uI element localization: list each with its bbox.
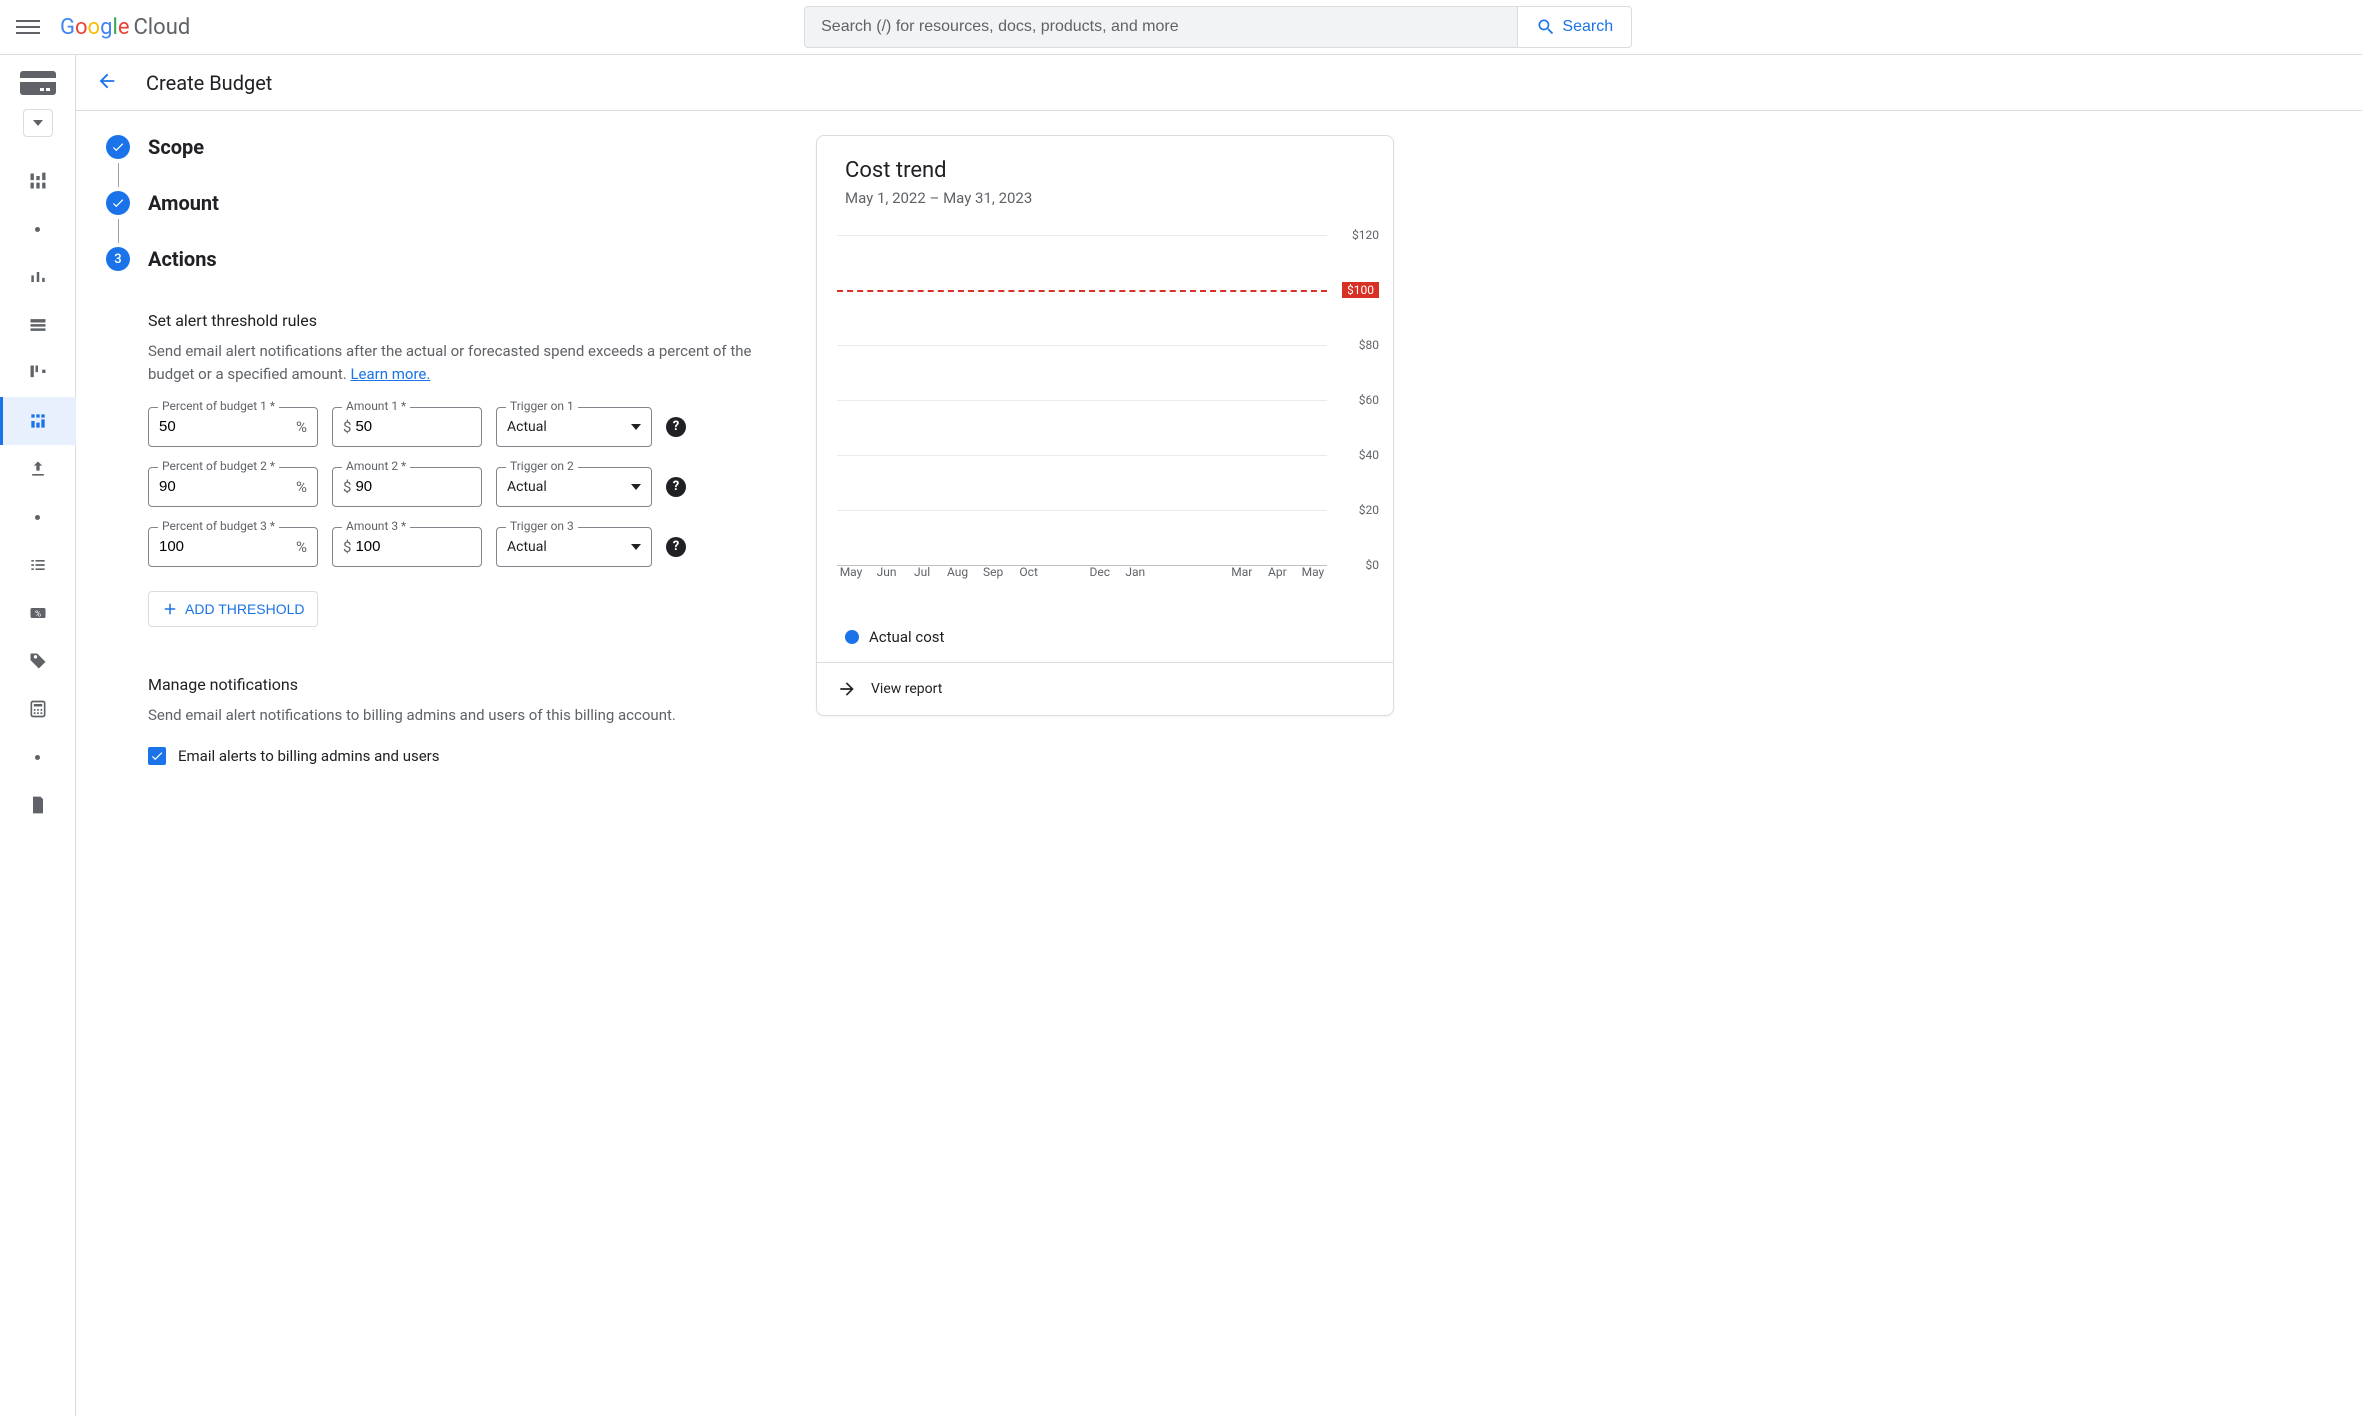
rail-budgets-icon[interactable] [0, 397, 76, 445]
search-input[interactable] [804, 6, 1517, 48]
trend-date-range: May 1, 2022 – May 31, 2023 [845, 189, 1365, 207]
trigger-select-3[interactable]: Actual [496, 527, 652, 567]
check-icon [106, 191, 130, 215]
rail-dot-2[interactable] [0, 493, 76, 541]
add-threshold-button[interactable]: ADD THRESHOLD [148, 591, 318, 627]
learn-more-link[interactable]: Learn more. [350, 365, 430, 383]
check-icon [150, 749, 164, 763]
email-alerts-checkbox[interactable] [148, 747, 166, 765]
gcp-logo[interactable]: GoogleCloud [60, 15, 190, 40]
rail-dot-1[interactable] [0, 205, 76, 253]
help-icon[interactable]: ? [666, 537, 686, 557]
rail-percent-icon[interactable]: % [0, 589, 76, 637]
search-wrap: Search [804, 6, 1632, 48]
percent-input-2[interactable] [159, 478, 296, 495]
trigger-select-2[interactable]: Actual [496, 467, 652, 507]
rail-export-icon[interactable] [0, 445, 76, 493]
budget-marker: $100 [1342, 282, 1379, 298]
top-header: GoogleCloud Search [0, 0, 2362, 55]
billing-card-icon[interactable] [20, 71, 56, 95]
view-report-link[interactable]: View report [817, 662, 1393, 715]
step-actions[interactable]: 3 Actions [106, 247, 776, 271]
rail-doc-icon[interactable] [0, 781, 76, 829]
menu-icon[interactable] [16, 15, 40, 39]
percent-input-3[interactable] [159, 538, 296, 555]
svg-text:%: % [34, 609, 40, 619]
legend-dot-icon [845, 630, 859, 644]
rail-stats-icon[interactable] [0, 253, 76, 301]
rail-dropdown[interactable] [23, 109, 53, 137]
rail-table-icon[interactable] [0, 301, 76, 349]
rail-tag-icon[interactable] [0, 637, 76, 685]
email-alerts-label: Email alerts to billing admins and users [178, 747, 440, 765]
rail-flow-icon[interactable] [0, 349, 76, 397]
notifications-title: Manage notifications [148, 675, 776, 694]
rail-bar-chart-icon[interactable] [0, 157, 76, 205]
left-rail: % [0, 55, 76, 1416]
caret-down-icon [631, 484, 641, 490]
trigger-select-1[interactable]: Actual [496, 407, 652, 447]
threshold-row: Percent of budget 3 *% Amount 3 *$ Trigg… [148, 527, 776, 567]
caret-down-icon [631, 424, 641, 430]
cost-trend-chart: $120 $100 $80 $60 $40 $20 $0 May Jun Jul… [837, 235, 1379, 590]
legend-label: Actual cost [869, 628, 944, 646]
page-header: Create Budget [76, 55, 2362, 111]
caret-down-icon [631, 544, 641, 550]
search-icon [1536, 17, 1556, 37]
step-number-badge: 3 [106, 247, 130, 271]
trend-title: Cost trend [845, 158, 1365, 183]
rail-calc-icon[interactable] [0, 685, 76, 733]
notifications-description: Send email alert notifications to billin… [148, 704, 776, 727]
caret-down-icon [33, 120, 43, 126]
arrow-right-icon [837, 679, 857, 699]
search-button[interactable]: Search [1517, 6, 1632, 48]
rail-dot-3[interactable] [0, 733, 76, 781]
plus-icon [161, 600, 179, 618]
amount-input-1[interactable] [355, 418, 471, 435]
thresholds-description: Send email alert notifications after the… [148, 340, 776, 387]
step-amount[interactable]: Amount [106, 191, 776, 215]
percent-input-1[interactable] [159, 418, 296, 435]
rail-list-icon[interactable] [0, 541, 76, 589]
thresholds-title: Set alert threshold rules [148, 311, 776, 330]
back-arrow-icon[interactable] [96, 70, 118, 96]
threshold-row: Percent of budget 2 *% Amount 2 *$ Trigg… [148, 467, 776, 507]
step-scope[interactable]: Scope [106, 135, 776, 159]
amount-input-2[interactable] [355, 478, 471, 495]
threshold-row: Percent of budget 1 *% Amount 1 *$ Trigg… [148, 407, 776, 447]
amount-input-3[interactable] [355, 538, 471, 555]
cost-trend-panel: Cost trend May 1, 2022 – May 31, 2023 $1… [816, 135, 1394, 716]
page-title: Create Budget [146, 71, 272, 95]
help-icon[interactable]: ? [666, 417, 686, 437]
check-icon [106, 135, 130, 159]
help-icon[interactable]: ? [666, 477, 686, 497]
